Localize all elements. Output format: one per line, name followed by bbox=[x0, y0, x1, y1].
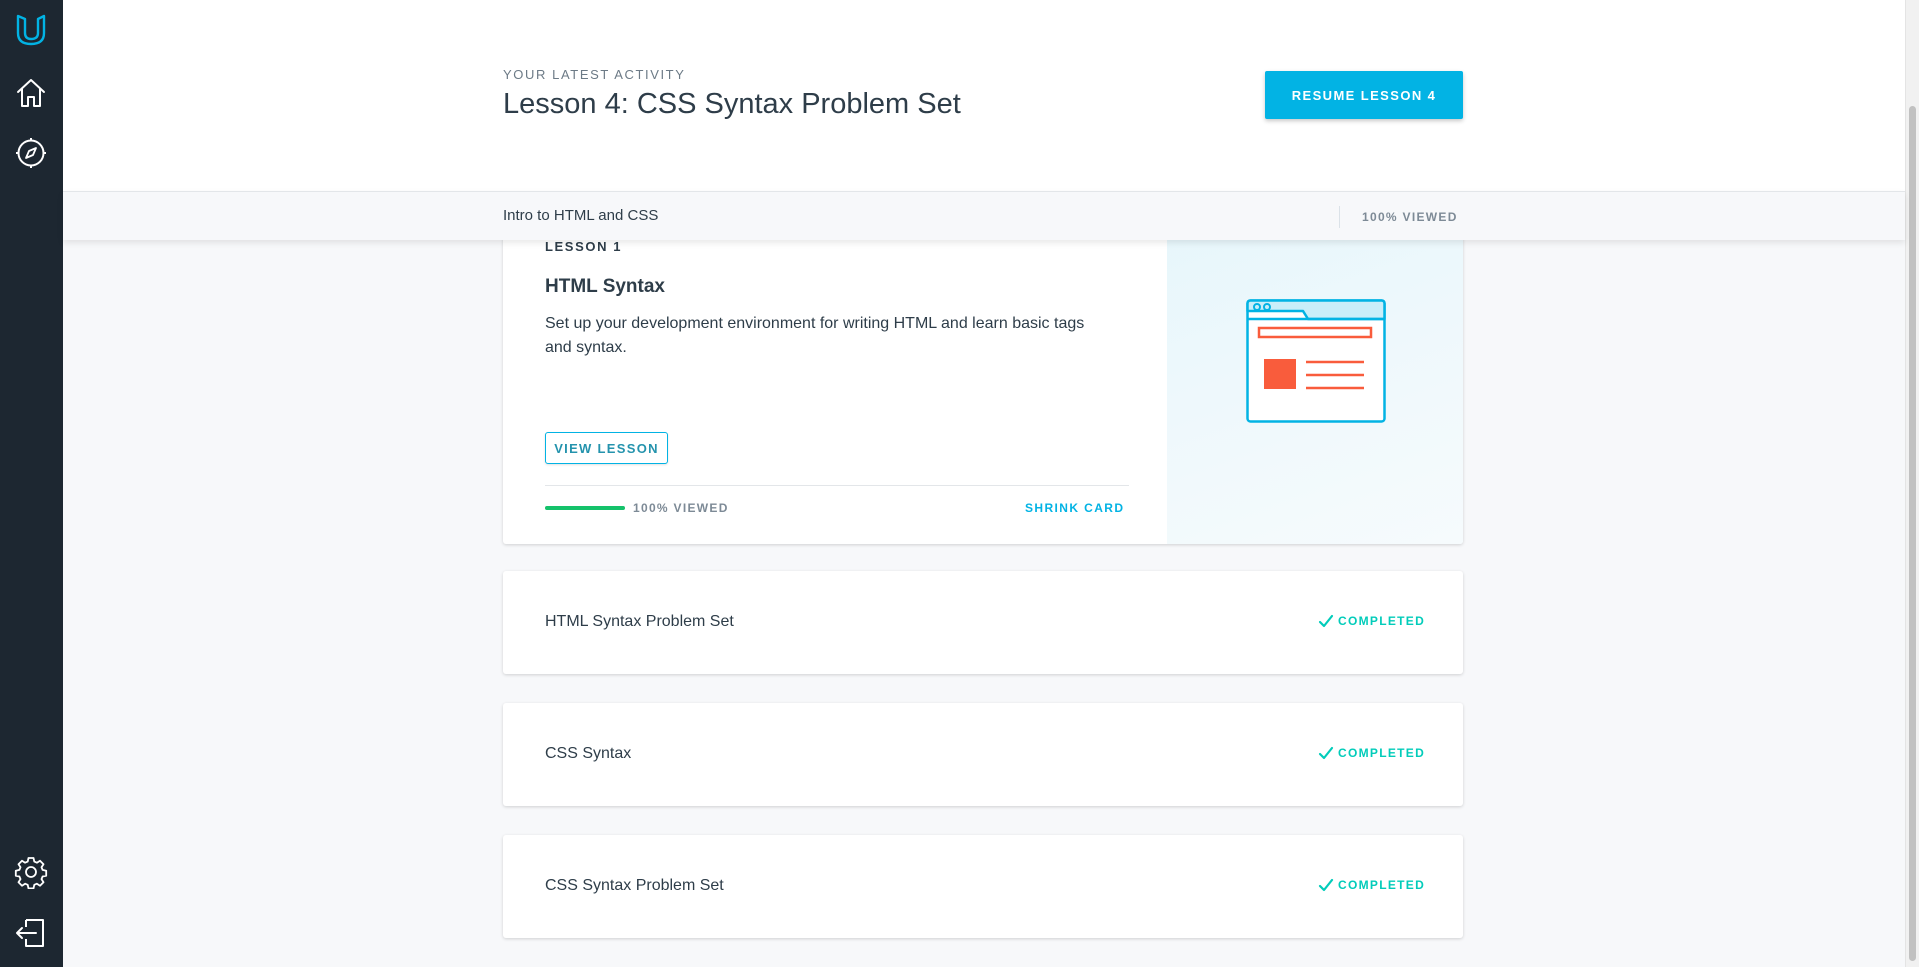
latest-lesson-title: Lesson 4: CSS Syntax Problem Set bbox=[503, 88, 961, 120]
lesson-illustration bbox=[1167, 200, 1463, 544]
check-icon bbox=[1318, 746, 1334, 760]
concept-card[interactable]: CSS Syntax Problem Set COMPLETED bbox=[503, 835, 1463, 938]
check-icon bbox=[1318, 878, 1334, 892]
lesson-progress-text: 100% VIEWED bbox=[633, 501, 729, 515]
browser-window-icon bbox=[1246, 299, 1386, 423]
lesson-number: LESSON 1 bbox=[545, 239, 623, 254]
concept-card[interactable]: CSS Syntax COMPLETED bbox=[503, 703, 1463, 806]
lesson-card: LESSON 1 HTML Syntax Set up your develop… bbox=[503, 200, 1463, 544]
gear-icon[interactable] bbox=[14, 855, 48, 889]
divider bbox=[545, 485, 1129, 486]
concept-title: CSS Syntax bbox=[545, 745, 632, 762]
compass-icon[interactable] bbox=[14, 136, 48, 170]
latest-activity-eyebrow: YOUR LATEST ACTIVITY bbox=[503, 67, 686, 82]
udacity-logo-icon[interactable] bbox=[14, 13, 48, 47]
check-icon bbox=[1318, 614, 1334, 628]
sidebar bbox=[0, 0, 63, 967]
concept-title: CSS Syntax Problem Set bbox=[545, 877, 724, 894]
status-label: COMPLETED bbox=[1338, 878, 1426, 892]
completed-status: COMPLETED bbox=[1318, 745, 1425, 761]
divider bbox=[1339, 206, 1340, 228]
scrollbar-thumb[interactable] bbox=[1909, 106, 1916, 961]
resume-lesson-button[interactable]: RESUME LESSON 4 bbox=[1265, 71, 1463, 119]
lesson-title: HTML Syntax bbox=[545, 276, 666, 297]
concept-card[interactable]: HTML Syntax Problem Set COMPLETED bbox=[503, 571, 1463, 674]
status-label: COMPLETED bbox=[1338, 746, 1426, 760]
course-name: Intro to HTML and CSS bbox=[503, 207, 659, 224]
status-label: COMPLETED bbox=[1338, 614, 1426, 628]
shrink-card-link[interactable]: SHRINK CARD bbox=[1025, 501, 1124, 515]
course-progress-text: 100% VIEWED bbox=[1362, 210, 1458, 224]
logout-icon[interactable] bbox=[14, 916, 48, 950]
page-scrollbar[interactable] bbox=[1905, 0, 1919, 967]
lesson-description: Set up your development environment for … bbox=[545, 315, 1085, 356]
view-lesson-button[interactable]: VIEW LESSON bbox=[545, 432, 668, 464]
completed-status: COMPLETED bbox=[1318, 613, 1425, 629]
lesson-progress-fill bbox=[545, 506, 625, 510]
completed-status: COMPLETED bbox=[1318, 877, 1425, 893]
latest-activity-header: YOUR LATEST ACTIVITY Lesson 4: CSS Synta… bbox=[63, 0, 1905, 191]
course-bar: Intro to HTML and CSS 100% VIEWED bbox=[63, 191, 1905, 240]
concept-title: HTML Syntax Problem Set bbox=[545, 613, 734, 630]
lesson-progress-bar bbox=[545, 506, 625, 510]
home-icon[interactable] bbox=[14, 76, 48, 110]
